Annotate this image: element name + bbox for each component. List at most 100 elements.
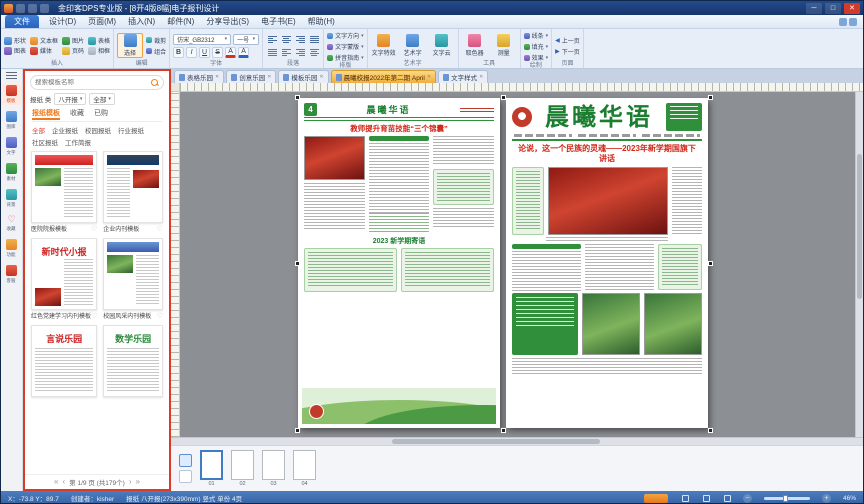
- vertical-scrollbar[interactable]: [855, 92, 863, 437]
- tab-newspaper-templates[interactable]: 报纸模板: [32, 108, 60, 120]
- doc-tab[interactable]: 创意乐园✕: [226, 70, 276, 83]
- color-picker-button[interactable]: 取色器: [462, 34, 488, 57]
- underline-button[interactable]: U: [199, 47, 210, 58]
- justify-button[interactable]: [308, 34, 320, 45]
- search-input[interactable]: [35, 79, 149, 86]
- favorite-icon[interactable]: ♡: [91, 312, 97, 320]
- wordart-button[interactable]: 艺术字: [400, 34, 426, 57]
- align-center-button[interactable]: [280, 34, 292, 45]
- zoom-in-button[interactable]: +: [822, 494, 831, 503]
- fill-button[interactable]: 填充▾: [524, 42, 549, 51]
- sidebar-item-favorites[interactable]: ♡收藏: [1, 214, 22, 233]
- view-mode-single-icon[interactable]: [682, 495, 689, 502]
- close-icon[interactable]: ✕: [479, 74, 483, 80]
- sidebar-item-features[interactable]: 功能: [1, 238, 22, 259]
- tab-ebook[interactable]: 电子书(E): [255, 15, 302, 28]
- message-icon[interactable]: [839, 18, 847, 26]
- tab-purchased[interactable]: 已购: [94, 108, 108, 119]
- tab-page[interactable]: 页面(M): [82, 15, 122, 28]
- doc-tab-active[interactable]: 晨曦校报2022年第二期 April✕: [331, 70, 436, 83]
- align-right-button[interactable]: [294, 34, 306, 45]
- category-corporate[interactable]: 企业报纸: [52, 125, 78, 135]
- effects-button[interactable]: 效果▾: [524, 53, 549, 62]
- search-icon[interactable]: [151, 79, 159, 87]
- scrollbar-thumb[interactable]: [857, 154, 862, 299]
- template-card[interactable]: 言说乐园: [31, 325, 97, 397]
- selection-handle[interactable]: [708, 261, 713, 266]
- sidebar-item-gallery[interactable]: 图库: [1, 110, 22, 131]
- newspaper-page-4[interactable]: 4 晨曦华语 教师提升育苗技能“三个锦囊”: [298, 98, 500, 428]
- insert-shape-button[interactable]: 形状: [4, 36, 26, 45]
- word-cloud-button[interactable]: 文字云: [429, 34, 455, 57]
- account-icon[interactable]: [849, 18, 857, 26]
- sidebar-item-assets[interactable]: 素材: [1, 162, 22, 183]
- prev-page-icon[interactable]: ‹: [63, 478, 66, 486]
- selection-handle[interactable]: [708, 95, 713, 100]
- insert-media-button[interactable]: 媒体: [30, 46, 58, 55]
- measure-button[interactable]: 测量: [491, 34, 517, 57]
- line-style-button[interactable]: 线条▾: [524, 31, 549, 40]
- selection-handle[interactable]: [501, 95, 506, 100]
- template-card[interactable]: 新时代小报 红色党建学习内刊模板♡: [31, 238, 97, 320]
- align-left-button[interactable]: [266, 34, 278, 45]
- tab-design[interactable]: 设计(D): [43, 15, 82, 28]
- font-color-button[interactable]: A: [225, 47, 236, 58]
- zoom-out-button[interactable]: −: [743, 494, 752, 503]
- doc-tab[interactable]: 表格乐园✕: [174, 70, 224, 83]
- category-campus[interactable]: 校园报纸: [85, 125, 111, 135]
- next-page-icon[interactable]: ›: [129, 478, 132, 486]
- scope-select[interactable]: 全部▾: [89, 93, 115, 105]
- font-family-select[interactable]: 仿宋_GB2312▾: [173, 34, 231, 45]
- sidebar-item-background[interactable]: 背景: [1, 188, 22, 209]
- promo-badge[interactable]: [644, 494, 668, 503]
- page-thumb[interactable]: 04: [293, 450, 316, 487]
- insert-frame-button[interactable]: 相框: [88, 46, 110, 55]
- outline-view-icon[interactable]: [179, 470, 192, 483]
- crop-button[interactable]: 裁剪: [146, 36, 166, 45]
- italic-button[interactable]: I: [186, 47, 197, 58]
- doc-tab[interactable]: 文字样式✕: [438, 70, 488, 83]
- columns-button[interactable]: [308, 47, 320, 58]
- favorite-icon[interactable]: ♡: [157, 312, 163, 320]
- category-industry[interactable]: 行业报纸: [118, 125, 144, 135]
- template-card[interactable]: 企业内刊模板♡: [103, 151, 163, 233]
- tab-mail[interactable]: 邮件(N): [161, 15, 200, 28]
- template-card[interactable]: 校园风采内刊模板♡: [103, 238, 163, 320]
- selection-handle[interactable]: [295, 261, 300, 266]
- redo-icon[interactable]: [40, 4, 49, 13]
- template-card[interactable]: 数学乐园: [103, 325, 163, 397]
- horizontal-scrollbar[interactable]: [171, 437, 863, 445]
- favorite-icon[interactable]: ♡: [157, 225, 163, 233]
- tab-help[interactable]: 帮助(H): [302, 15, 341, 28]
- selection-handle[interactable]: [295, 95, 300, 100]
- page-thumb[interactable]: 03: [262, 450, 285, 487]
- zoom-slider[interactable]: [764, 497, 810, 500]
- zoom-slider-thumb[interactable]: [783, 495, 788, 502]
- file-menu-button[interactable]: 文件: [5, 15, 39, 28]
- pages-view-icon[interactable]: [179, 454, 192, 467]
- insert-pagenum-button[interactable]: 页码: [62, 46, 84, 55]
- scrollbar-thumb[interactable]: [392, 439, 600, 444]
- insert-image-button[interactable]: 图片: [62, 36, 84, 45]
- selection-handle[interactable]: [708, 428, 713, 433]
- indent-increase-button[interactable]: [294, 47, 306, 58]
- category-briefing[interactable]: 工作简报: [65, 137, 91, 147]
- template-card[interactable]: 医院院报模板♡: [31, 151, 97, 233]
- tab-share-export[interactable]: 分享导出(S): [200, 15, 255, 28]
- tab-favorites[interactable]: 收藏: [70, 108, 84, 119]
- close-icon[interactable]: ✕: [319, 74, 323, 80]
- sidebar-item-templates[interactable]: 模板: [1, 84, 22, 105]
- selection-handle[interactable]: [501, 428, 506, 433]
- insert-table-button[interactable]: 表格: [88, 36, 110, 45]
- line-spacing-button[interactable]: [266, 47, 278, 58]
- tab-insert[interactable]: 插入(N): [122, 15, 161, 28]
- text-direction-button[interactable]: 文字方向▾: [327, 31, 364, 40]
- text-effects-button[interactable]: 文字特效: [371, 34, 397, 57]
- page-thumb[interactable]: 01: [200, 450, 223, 487]
- text-mask-button[interactable]: 文字蒙版▾: [327, 42, 364, 51]
- pinyin-guide-button[interactable]: 拼音指南▾: [327, 53, 364, 62]
- save-icon[interactable]: [16, 4, 25, 13]
- previous-page-button[interactable]: ◀上一页: [555, 36, 580, 45]
- strikethrough-button[interactable]: S: [212, 47, 223, 58]
- view-mode-spread-icon[interactable]: [703, 495, 710, 502]
